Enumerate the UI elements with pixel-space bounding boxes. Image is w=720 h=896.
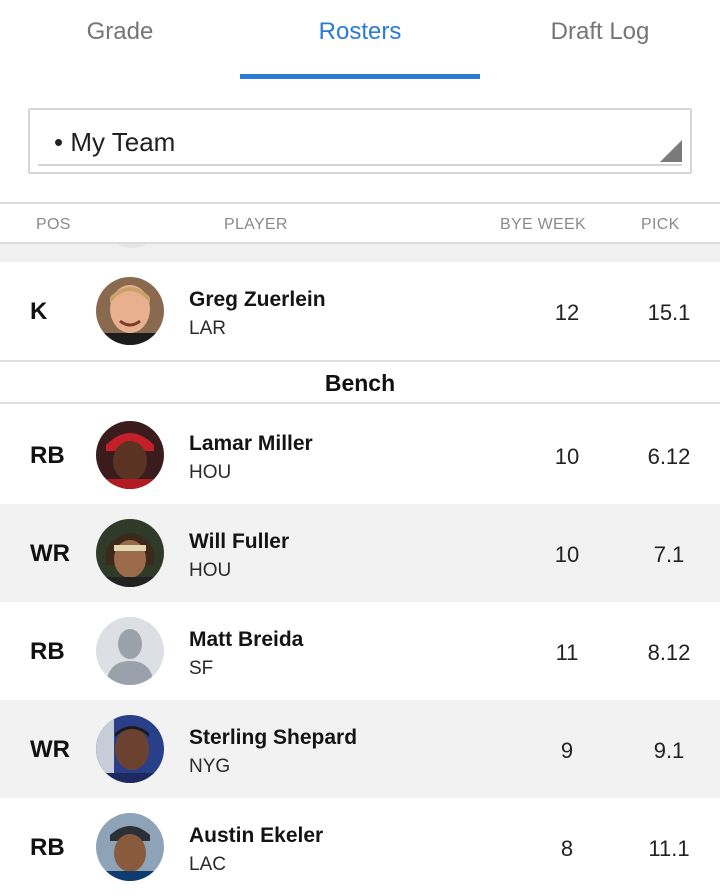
player-pick: 11.1 — [648, 836, 690, 861]
table-row[interactable]: WR Will Fuller HOU 10 7.1 — [0, 504, 720, 602]
player-avatar — [96, 277, 164, 345]
player-team: LAC — [189, 854, 226, 875]
player-bye-week: 9 — [560, 738, 574, 763]
table-row[interactable]: RB Austin Ekeler LAC 8 11.1 — [0, 798, 720, 896]
table-row[interactable]: RB Lamar Miller HOU 10 6.12 — [0, 406, 720, 504]
player-position: RB — [30, 834, 65, 861]
player-avatar — [96, 421, 164, 489]
player-team: SF — [189, 658, 214, 679]
tab-rosters[interactable]: Rosters — [240, 0, 480, 80]
player-team: LAR — [189, 318, 226, 339]
dropdown-underline — [38, 164, 682, 166]
player-position: WR — [30, 736, 70, 763]
team-select-dropdown[interactable]: • My Team — [28, 108, 692, 174]
player-bye-week: 10 — [554, 542, 580, 567]
player-team: HOU — [189, 462, 232, 483]
player-name: Greg Zuerlein — [189, 288, 326, 311]
player-position: K — [30, 298, 48, 325]
tab-draft-log[interactable]: Draft Log — [480, 0, 720, 80]
player-pick: 6.12 — [647, 444, 691, 469]
player-bye-week: 12 — [554, 300, 580, 325]
player-avatar — [96, 519, 164, 587]
bench-section-label: Bench — [324, 370, 396, 396]
player-team: NYG — [189, 756, 231, 777]
player-bye-week: 10 — [554, 444, 580, 469]
player-position: RB — [30, 442, 65, 469]
player-avatar — [96, 715, 164, 783]
player-position: WR — [30, 540, 70, 567]
tab-rosters-label: Rosters — [318, 18, 402, 45]
player-pick: 15.1 — [647, 300, 691, 325]
player-pick: 7.1 — [653, 542, 685, 567]
tab-draft-log-label: Draft Log — [550, 18, 650, 45]
player-pick: 8.12 — [647, 640, 691, 665]
team-select-value: • My Team — [54, 127, 176, 157]
header-pick: PICK — [641, 216, 680, 233]
avatar — [98, 244, 166, 248]
header-pos: POS — [36, 216, 71, 233]
dropdown-caret-icon — [660, 140, 682, 162]
tab-grade[interactable]: Grade — [0, 0, 240, 80]
player-team: HOU — [189, 560, 232, 581]
scrolled-row-remnant — [0, 244, 720, 262]
bench-section-header: Bench — [0, 362, 720, 404]
player-avatar-placeholder — [96, 617, 164, 685]
table-row[interactable]: K Greg Zuerlein LAR 12 15.1 — [0, 262, 720, 360]
header-player: PLAYER — [224, 216, 288, 233]
table-row[interactable]: WR Sterling Shepard NYG 9 9.1 — [0, 700, 720, 798]
player-name: Matt Breida — [189, 628, 304, 651]
player-position: RB — [30, 638, 65, 665]
player-avatar — [96, 813, 164, 881]
tab-bar: Grade Rosters Draft Log — [0, 0, 720, 80]
player-pick: 9.1 — [653, 738, 685, 763]
player-bye-week: 11 — [555, 640, 579, 665]
player-name: Lamar Miller — [189, 432, 313, 455]
player-bye-week: 8 — [560, 836, 574, 861]
player-name: Austin Ekeler — [189, 824, 324, 847]
roster-table-header: POS PLAYER BYE WEEK PICK — [0, 202, 720, 244]
table-row[interactable]: RB Matt Breida SF 11 8.12 — [0, 602, 720, 700]
tab-grade-label: Grade — [86, 18, 154, 45]
player-name: Will Fuller — [189, 530, 290, 553]
header-bye-week: BYE WEEK — [500, 216, 586, 233]
active-tab-indicator — [240, 74, 480, 79]
player-name: Sterling Shepard — [189, 726, 358, 749]
